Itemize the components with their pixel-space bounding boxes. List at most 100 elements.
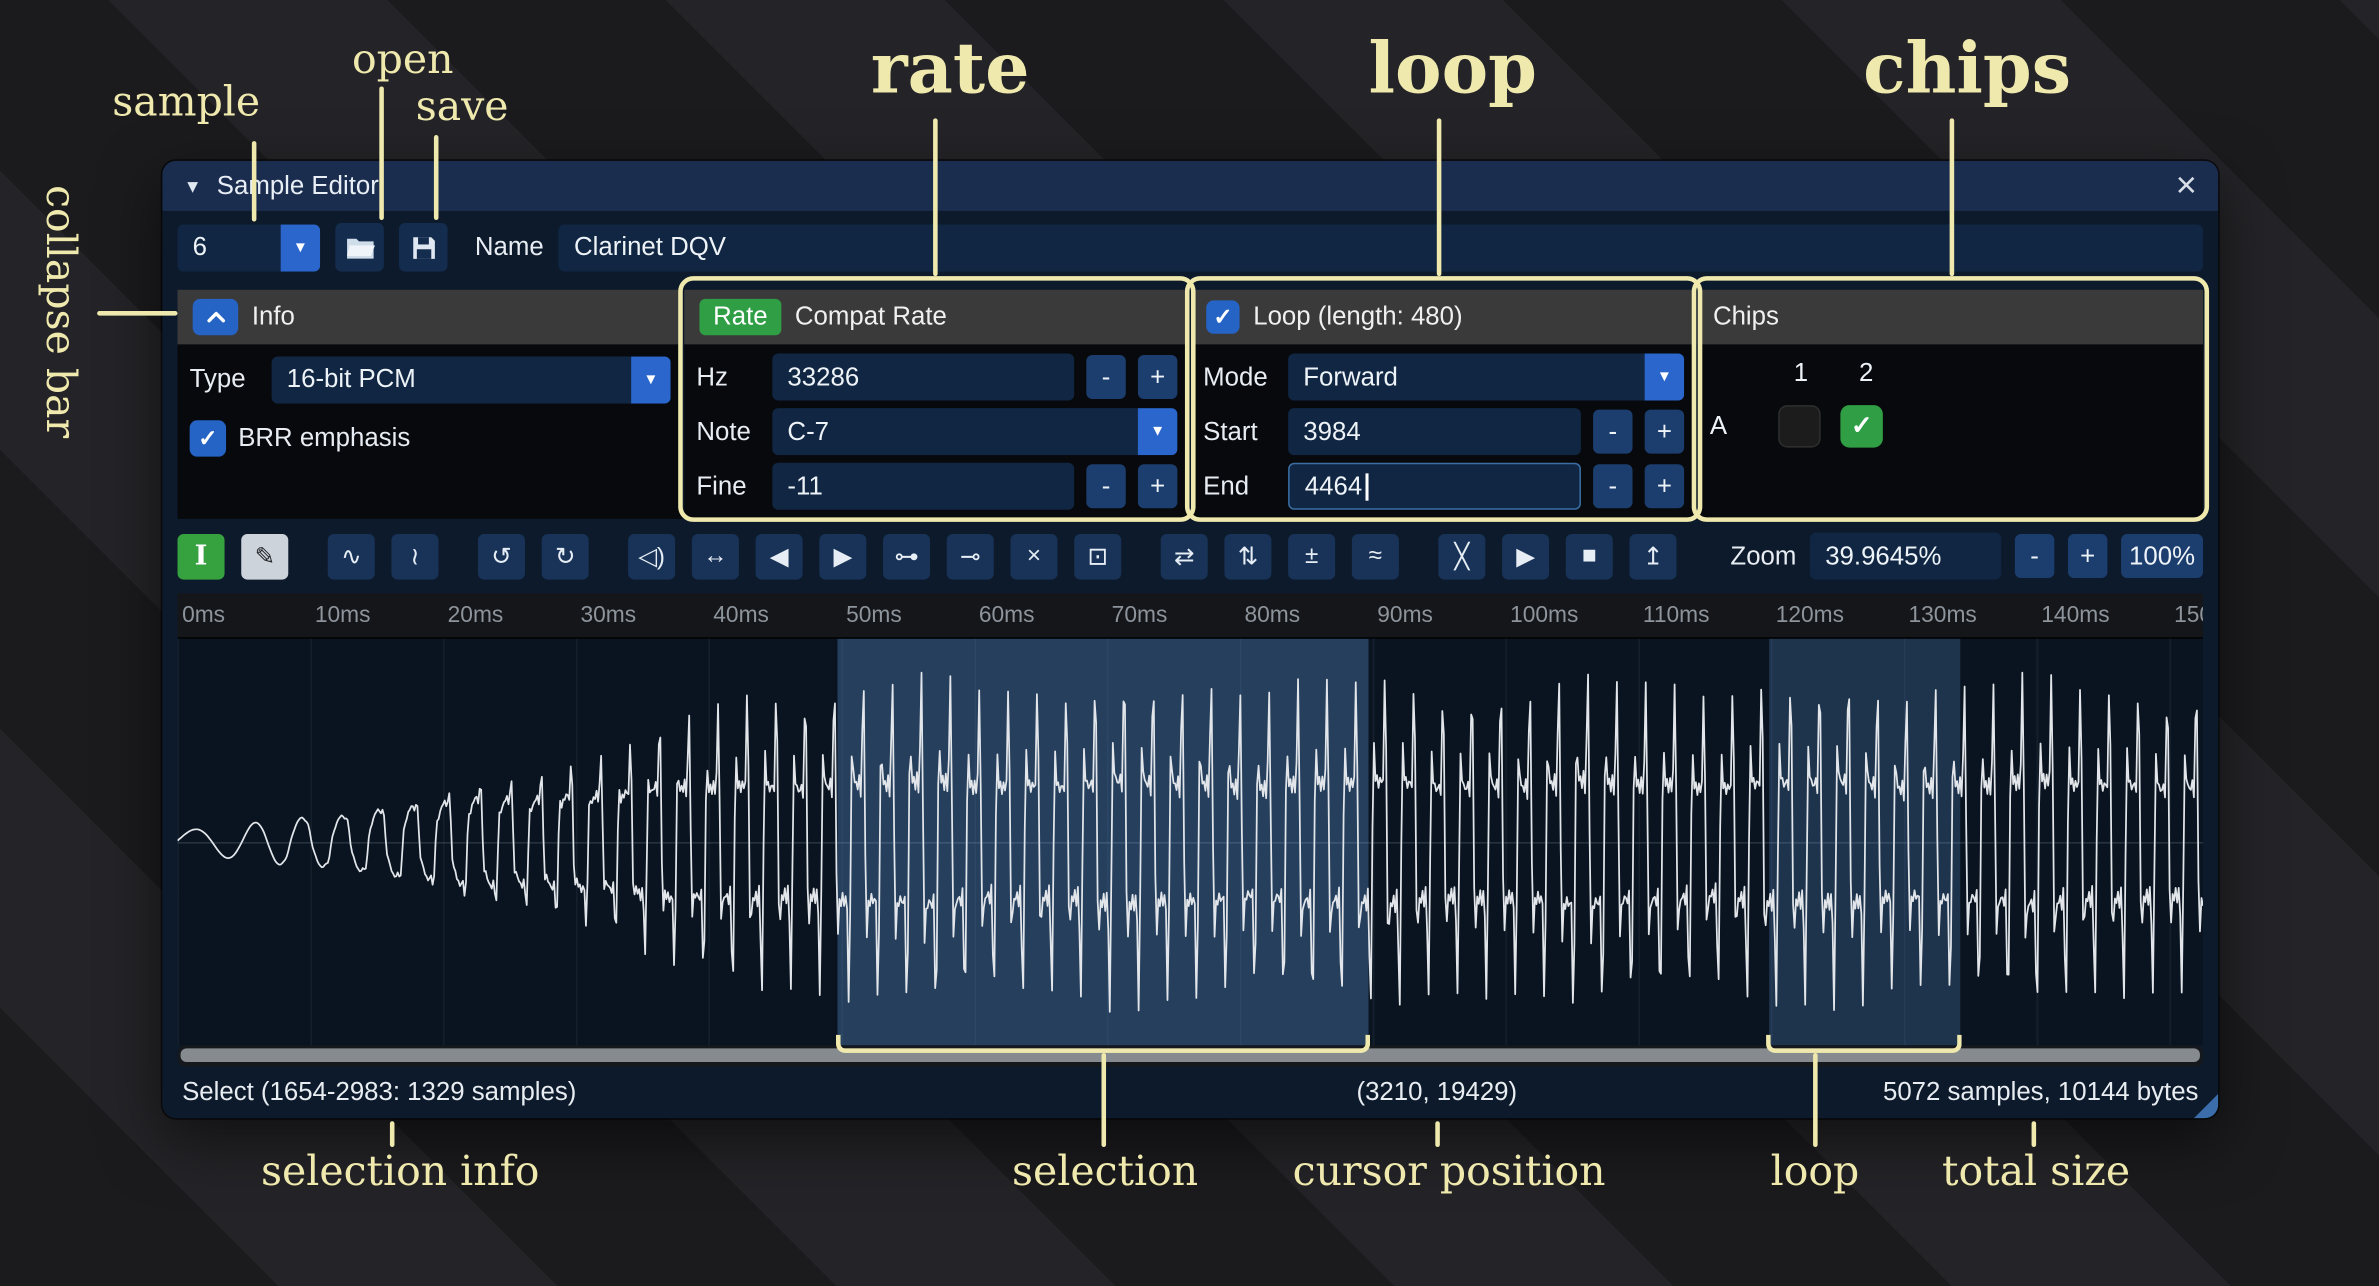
chip-column-2: 2 <box>1843 358 1889 388</box>
window-collapse-icon[interactable]: ▼ <box>184 175 202 196</box>
undo-button[interactable]: ↺ <box>478 533 525 579</box>
ruler-label: 70ms <box>1112 602 1168 628</box>
title-bar[interactable]: ▼ Sample Editor × <box>162 161 2218 211</box>
loop-start-increase-button[interactable]: + <box>1645 410 1684 454</box>
annotation-chips: chips <box>1863 27 2071 109</box>
loop-start-value: 3984 <box>1303 416 1360 446</box>
ruler-label: 50ms <box>846 602 902 628</box>
fine-decrease-button[interactable]: - <box>1086 464 1125 508</box>
type-label: Type <box>190 364 260 394</box>
sample-editor-window: ▼ Sample Editor × 6 ▼ Name Clarinet DQV <box>162 161 2218 1118</box>
note-select[interactable]: C-7 ▼ <box>772 408 1177 455</box>
zoom-input[interactable]: 39.9645% <box>1810 533 2001 580</box>
zoom-reset-button[interactable]: 100% <box>2121 534 2203 578</box>
fine-input[interactable]: -11 <box>772 463 1074 510</box>
insert-silence-button[interactable]: ⊶ <box>883 533 930 579</box>
sample-select[interactable]: 6 ▼ <box>178 224 321 271</box>
type-select[interactable]: 16-bit PCM ▼ <box>272 356 671 403</box>
callout-line-chips <box>1950 118 1955 276</box>
hz-input[interactable]: 33286 <box>772 354 1074 401</box>
annotation-collapse-bar: collapse bar <box>36 185 83 438</box>
note-label: Note <box>696 416 760 446</box>
callout-line-selection-info <box>390 1121 395 1147</box>
annotation-loop: loop <box>1369 27 1537 109</box>
save-button[interactable] <box>399 223 448 272</box>
info-panel-title: Info <box>252 302 295 332</box>
cursor-position-text: (3210, 19429) <box>1356 1077 1517 1107</box>
brr-emphasis-checkbox[interactable]: ✓ <box>190 420 226 456</box>
fade-out-button[interactable]: ▶ <box>819 533 866 579</box>
loop-end-increase-button[interactable]: + <box>1645 464 1684 508</box>
selection-info-text: Select (1654-2983: 1329 samples) <box>182 1077 576 1107</box>
resize-grip[interactable] <box>2194 1094 2218 1118</box>
window-title: Sample Editor <box>217 171 379 201</box>
loop-start-input[interactable]: 3984 <box>1288 408 1581 455</box>
annotation-loop-bottom: loop <box>1771 1149 1860 1196</box>
loop-end-input[interactable]: 4464 <box>1288 463 1581 510</box>
draw-mode-button[interactable]: ✎ <box>241 533 288 579</box>
edit-mode-button[interactable]: I <box>178 533 225 579</box>
zoom-group: Zoom 39.9645% - + 100% <box>1730 533 2203 580</box>
sign-button[interactable]: ± <box>1288 533 1335 579</box>
apply-silence-button[interactable]: ⊸ <box>947 533 994 579</box>
resample-button[interactable]: ≀ <box>391 533 438 579</box>
reverse-button[interactable]: ⇄ <box>1161 533 1208 579</box>
name-label: Name <box>475 232 544 262</box>
redo-button[interactable]: ↻ <box>542 533 589 579</box>
chevron-down-icon[interactable]: ▼ <box>1138 408 1177 455</box>
crossfade-button[interactable]: ╳ <box>1438 533 1485 579</box>
callout-line-open <box>379 86 384 220</box>
check-icon: ✓ <box>1851 411 1873 441</box>
hz-decrease-button[interactable]: - <box>1086 355 1125 399</box>
close-icon[interactable]: × <box>2176 168 2197 204</box>
name-value: Clarinet DQV <box>574 232 726 262</box>
check-icon: ✓ <box>198 425 217 452</box>
annotation-sample: sample <box>112 79 260 126</box>
callout-line-cursor <box>1435 1121 1440 1147</box>
ruler-label: 150ms <box>2174 602 2203 628</box>
filter-button[interactable]: ≈ <box>1352 533 1399 579</box>
hz-increase-button[interactable]: + <box>1138 355 1177 399</box>
folder-open-icon <box>344 231 376 263</box>
fine-increase-button[interactable]: + <box>1138 464 1177 508</box>
loop-bracket <box>1766 1035 1962 1053</box>
loop-mode-select[interactable]: Forward ▼ <box>1288 354 1684 401</box>
callout-line-loop <box>1437 118 1442 276</box>
loop-end-label: End <box>1203 471 1276 501</box>
normalize-button[interactable]: ↔ <box>692 533 739 579</box>
resize-button[interactable]: ∿ <box>328 533 375 579</box>
chevron-down-icon[interactable]: ▼ <box>281 224 320 271</box>
zoom-in-button[interactable]: + <box>2068 534 2107 578</box>
collapse-info-button[interactable] <box>193 299 239 335</box>
ruler-label: 130ms <box>1908 602 1976 628</box>
chip-2-checkbox[interactable]: ✓ <box>1840 405 1882 447</box>
invert-button[interactable]: ⇅ <box>1224 533 1271 579</box>
create-wavetable-button[interactable]: ↥ <box>1629 533 1676 579</box>
loop-enable-checkbox[interactable]: ✓ <box>1206 300 1239 333</box>
delete-button[interactable]: × <box>1010 533 1057 579</box>
loop-end-value: 4464 <box>1305 471 1362 501</box>
open-button[interactable] <box>335 223 384 272</box>
type-value: 16-bit PCM <box>272 364 632 394</box>
loop-start-decrease-button[interactable]: - <box>1593 410 1632 454</box>
floppy-save-icon <box>409 233 438 262</box>
fine-value: -11 <box>787 471 822 501</box>
annotation-selection: selection <box>1012 1149 1198 1196</box>
ruler-label: 60ms <box>979 602 1035 628</box>
amplify-button[interactable]: ◁) <box>628 533 675 579</box>
annotation-total-size: total size <box>1942 1149 2130 1196</box>
preview-button[interactable]: ▶ <box>1502 533 1549 579</box>
zoom-out-button[interactable]: - <box>2015 534 2054 578</box>
chevron-down-icon[interactable]: ▼ <box>631 356 670 403</box>
chevron-down-icon[interactable]: ▼ <box>1645 354 1684 401</box>
trim-button[interactable]: ⊡ <box>1074 533 1121 579</box>
stop-preview-button[interactable]: ■ <box>1566 533 1613 579</box>
loop-panel-title: Loop (length: 480) <box>1253 302 1462 332</box>
ruler-label: 80ms <box>1244 602 1300 628</box>
waveform-view[interactable] <box>178 639 2203 1046</box>
chip-1-checkbox[interactable] <box>1778 405 1820 447</box>
rate-badge[interactable]: Rate <box>699 299 781 335</box>
fade-in-button[interactable]: ◀ <box>756 533 803 579</box>
loop-end-decrease-button[interactable]: - <box>1593 464 1632 508</box>
name-input[interactable]: Clarinet DQV <box>559 224 2203 271</box>
